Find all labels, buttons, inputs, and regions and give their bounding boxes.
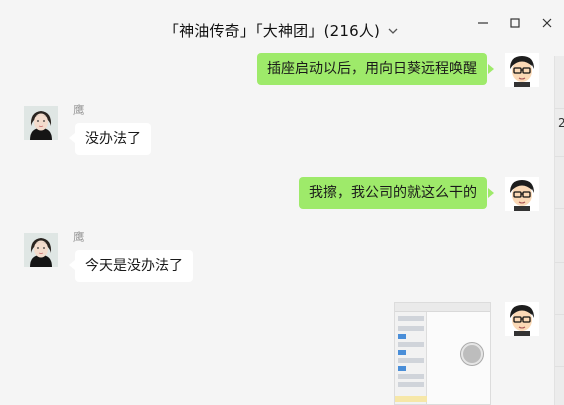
avatar-contact[interactable] [24, 233, 58, 267]
minimize-icon[interactable] [474, 14, 492, 32]
chevron-down-icon[interactable] [386, 23, 400, 37]
panel-text: 2 [558, 116, 564, 130]
chat-title[interactable]: 「神油传奇」「大神团」(216人) [164, 20, 380, 41]
avatar-self[interactable] [505, 302, 539, 336]
message-bubble-outgoing[interactable]: 我擦，我公司的就这么干的 [299, 177, 487, 209]
maximize-icon[interactable] [506, 14, 524, 32]
message-text: 今天是没办法了 [85, 258, 183, 274]
message-text: 我擦，我公司的就这么干的 [309, 185, 477, 201]
thumbnail-titlebar [395, 303, 490, 312]
chat-window: 「神油传奇」「大神团」(216人) 2 插座启动以后，用向日葵远程唤醒 鹰 没办… [0, 0, 564, 405]
bubble-tail [488, 64, 494, 74]
panel-divider [555, 262, 564, 263]
image-message-thumbnail[interactable] [394, 302, 491, 405]
member-panel-edge: 2 [554, 56, 564, 405]
avatar-self[interactable] [505, 53, 539, 87]
panel-divider [555, 156, 564, 157]
message-text: 没办法了 [85, 131, 141, 147]
message-bubble-outgoing[interactable]: 插座启动以后，用向日葵远程唤醒 [257, 53, 487, 85]
avatar-contact[interactable] [24, 106, 58, 140]
title-bar: 「神油传奇」「大神团」(216人) [0, 0, 564, 56]
avatar-self[interactable] [505, 177, 539, 211]
panel-divider [555, 314, 564, 315]
message-bubble-incoming[interactable]: 今天是没办法了 [75, 250, 193, 282]
panel-divider [555, 366, 564, 367]
panel-divider [555, 108, 564, 109]
bubble-tail [488, 188, 494, 198]
message-text: 插座启动以后，用向日葵远程唤醒 [267, 61, 477, 77]
sender-name: 鹰 [73, 230, 85, 244]
sender-name: 鹰 [73, 103, 85, 117]
message-bubble-incoming[interactable]: 没办法了 [75, 123, 151, 155]
thumbnail-sidebar [395, 312, 427, 404]
panel-divider [555, 208, 564, 209]
close-icon[interactable] [538, 14, 556, 32]
window-controls [474, 14, 556, 32]
power-icon [461, 343, 483, 365]
